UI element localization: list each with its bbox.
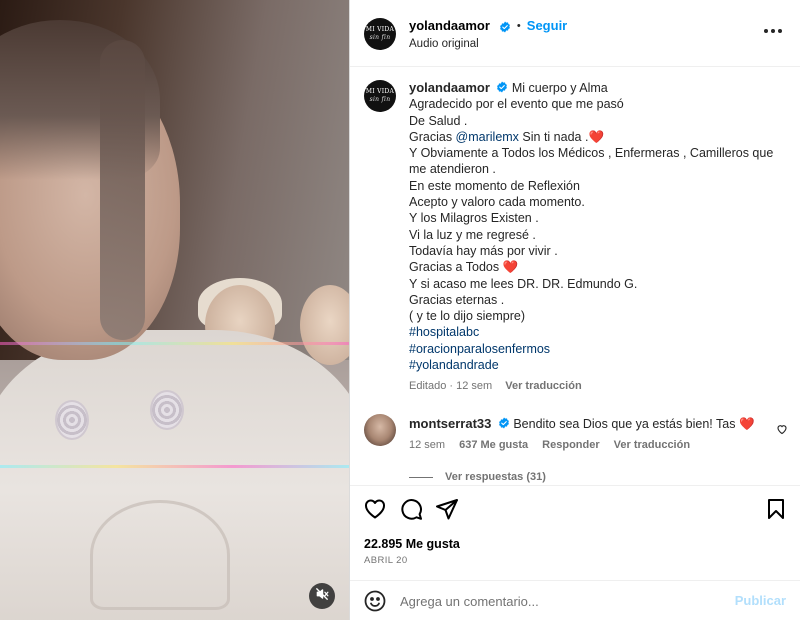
- likes-count[interactable]: 22.895 Me gusta: [364, 537, 460, 551]
- comment-composer: Publicar: [350, 580, 800, 620]
- comment-username[interactable]: montserrat33: [409, 416, 491, 431]
- caption-text-line: Agradecido por el evento que me pasó: [409, 97, 624, 112]
- mention-link[interactable]: @marilemx: [456, 130, 519, 144]
- hashtag-link[interactable]: #yolandandrade: [409, 357, 784, 373]
- verified-badge-icon: [498, 417, 510, 429]
- follow-button[interactable]: Seguir: [527, 18, 567, 33]
- edited-label: Editado: [409, 380, 447, 393]
- caption-text-line: ( y te lo dijo siempre): [409, 309, 526, 324]
- post-side-panel: MI VIDA sin fin yolandaamor • Seguir Aud…: [350, 0, 800, 620]
- caption-text-line: Gracias eternas .: [409, 292, 505, 307]
- heart-emoji: ❤️: [738, 417, 755, 431]
- view-replies-line: [409, 476, 433, 478]
- hashtag-link[interactable]: #oracionparalosenfermos: [409, 341, 784, 357]
- post-date[interactable]: ABRIL 20: [364, 555, 408, 566]
- comment-translate-link[interactable]: Ver traducción: [614, 439, 690, 451]
- post-header: MI VIDA sin fin yolandaamor • Seguir Aud…: [350, 0, 800, 67]
- post-video[interactable]: [0, 0, 349, 620]
- view-replies-label: Ver respuestas (31): [445, 471, 546, 483]
- caption-meta: Editado · 12 sem Ver traducción: [409, 378, 784, 394]
- reply-button[interactable]: Responder: [542, 439, 599, 451]
- comment-icon[interactable]: [399, 497, 423, 526]
- mute-icon: [315, 587, 329, 606]
- view-replies-button[interactable]: Ver respuestas (31): [409, 471, 546, 483]
- comment-meta: 12 sem 637 Me gusta Responder Ver traduc…: [409, 439, 779, 451]
- avatar-text-top: MI VIDA: [365, 26, 395, 33]
- comment-like-icon[interactable]: [776, 422, 788, 440]
- video-electrode-pad: [150, 390, 184, 430]
- caption-text-line: De Salud .: [409, 113, 468, 128]
- caption-first-line: yolandaamor Mi cuerpo y Alma: [409, 80, 784, 96]
- comment: montserrat33 Bendito sea Dios que ya est…: [409, 416, 779, 451]
- instagram-post-modal: MI VIDA sin fin yolandaamor • Seguir Aud…: [0, 0, 800, 620]
- video-glitch-line: [0, 465, 349, 468]
- comment-avatar[interactable]: [364, 414, 396, 446]
- caption-text-line: Y los Milagros Existen .: [409, 211, 539, 226]
- heart-emoji: ❤️: [588, 129, 605, 144]
- share-icon[interactable]: [435, 497, 459, 526]
- caption-text-line: me atendieron .: [409, 162, 496, 177]
- post-caption: yolandaamor Mi cuerpo y Alma Agradecido …: [409, 80, 784, 395]
- caption-text-line: Vi la luz y me regresé .: [409, 227, 536, 242]
- caption-text-line: Y Obviamente a Todos los Médicos , Enfer…: [409, 146, 774, 161]
- video-electrode-pad: [55, 400, 89, 440]
- caption-text-line: Acepto y valoro cada momento.: [409, 195, 585, 210]
- caption-text: Sin ti nada .: [518, 129, 589, 144]
- video-gown-fold: [90, 500, 230, 610]
- caption-text-line: En este momento de Reflexión: [409, 178, 580, 193]
- comment-time[interactable]: 12 sem: [409, 439, 445, 451]
- caption-username[interactable]: yolandaamor: [409, 80, 490, 95]
- avatar-text-bottom: sin fin: [369, 96, 391, 103]
- verified-badge-icon: [496, 81, 508, 93]
- more-options-icon[interactable]: [764, 29, 782, 33]
- caption-text-line: Y si acaso me lees DR. DR. Edmundo G.: [409, 276, 638, 291]
- avatar[interactable]: MI VIDA sin fin: [364, 18, 396, 50]
- caption-text-line: Todavía hay más por vivir .: [409, 243, 558, 258]
- caption-text: Gracias a Todos: [409, 260, 503, 275]
- heart-icon[interactable]: [363, 497, 387, 526]
- caption-text-line: Gracias a Todos ❤️: [409, 259, 784, 275]
- emoji-icon[interactable]: [363, 589, 387, 618]
- verified-badge-icon: [499, 20, 511, 32]
- caption-avatar[interactable]: MI VIDA sin fin: [364, 80, 396, 112]
- publish-button[interactable]: Publicar: [735, 593, 786, 608]
- heart-emoji: ❤️: [502, 260, 519, 275]
- header-username[interactable]: yolandaamor: [409, 18, 490, 33]
- caption-text-line: Mi cuerpo y Alma: [511, 81, 608, 95]
- caption-text-line: Gracias @marilemx Sin ti nada .❤️: [409, 129, 784, 145]
- header-separator: •: [516, 19, 521, 32]
- see-translation-link[interactable]: Ver traducción: [505, 380, 581, 392]
- actions-divider: [350, 485, 800, 486]
- hashtag-link[interactable]: #hospitalabc: [409, 324, 784, 340]
- bookmark-icon[interactable]: [764, 497, 788, 526]
- post-actions: [350, 497, 800, 525]
- audio-subtitle[interactable]: Audio original: [409, 38, 479, 50]
- mute-button[interactable]: [309, 583, 335, 609]
- comment-text: Bendito sea Dios que ya estás bien! Tas: [513, 417, 736, 431]
- caption-time[interactable]: 12 sem: [456, 380, 492, 392]
- comment-input[interactable]: [400, 589, 720, 613]
- avatar-text-top: MI VIDA: [365, 88, 395, 95]
- caption-text: Gracias: [409, 129, 456, 144]
- avatar-text-bottom: sin fin: [369, 34, 391, 41]
- video-hair-side: [100, 40, 145, 340]
- comment-likes[interactable]: 637 Me gusta: [459, 439, 528, 451]
- video-glitch-line: [0, 342, 349, 345]
